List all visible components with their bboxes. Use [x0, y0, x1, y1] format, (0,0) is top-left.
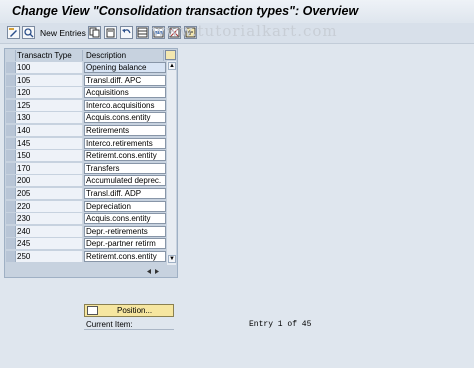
delete-icon[interactable] — [104, 26, 117, 39]
row-select-button[interactable] — [6, 251, 16, 262]
transaction-type-cell: 230 — [16, 213, 83, 225]
row-select-button[interactable] — [6, 225, 16, 237]
new-entries-button[interactable]: New Entries — [40, 28, 86, 38]
transaction-type-cell: 140 — [16, 125, 83, 136]
horizontal-scrollbar[interactable] — [85, 267, 165, 276]
transaction-type-cell: 130 — [16, 112, 83, 124]
description-input[interactable]: Transfers — [84, 162, 166, 174]
table-row[interactable]: 120 Acquisitions — [5, 87, 177, 99]
transaction-type-cell: 205 — [16, 188, 83, 199]
row-select-button[interactable] — [6, 87, 16, 99]
description-input[interactable]: Interco.acquisitions — [84, 99, 166, 111]
table-control: Transactn Type Description 100 Opening ba… — [4, 48, 178, 278]
transaction-type-cell: 170 — [16, 162, 83, 174]
table-row[interactable]: 240 Depr.-retirements — [5, 225, 177, 238]
select-column-header[interactable] — [6, 50, 16, 61]
row-select-button[interactable] — [6, 200, 16, 212]
table-row[interactable]: 170 Transfers — [5, 162, 177, 175]
description-input[interactable]: Interco.retirements — [84, 137, 166, 149]
transaction-type-cell: 145 — [16, 137, 83, 149]
table-row[interactable]: 150 Retiremt.cons.entity — [5, 150, 177, 162]
current-item-field — [84, 329, 174, 330]
row-select-button[interactable] — [6, 175, 16, 187]
undo-icon[interactable] — [120, 26, 133, 39]
other-view-icon[interactable] — [22, 26, 35, 39]
table-row[interactable]: 205 Transl.diff. ADP — [5, 188, 177, 200]
transaction-type-cell: 240 — [16, 225, 83, 237]
description-input[interactable]: Acquis.cons.entity — [84, 213, 166, 225]
transaction-type-cell: 220 — [16, 200, 83, 212]
position-button[interactable]: Position... — [84, 304, 174, 317]
row-select-button[interactable] — [6, 125, 16, 136]
description-input[interactable]: Retiremt.cons.entity — [84, 150, 166, 162]
watermark: www.tutorialkart.com — [152, 22, 338, 40]
row-select-button[interactable] — [6, 62, 16, 73]
scroll-up-icon[interactable]: ▲ — [168, 62, 176, 70]
copy-icon[interactable] — [88, 26, 101, 39]
description-input[interactable]: Acquis.cons.entity — [84, 112, 166, 124]
description-input[interactable]: Transl.diff. APC — [84, 74, 166, 86]
title-bar: Change View "Consolidation transaction t… — [0, 0, 474, 22]
transaction-type-cell: 105 — [16, 74, 83, 86]
row-select-button[interactable] — [6, 238, 16, 250]
table-row[interactable]: 140 Retirements — [5, 125, 177, 137]
position-icon — [87, 306, 98, 315]
description-input[interactable]: Retiremt.cons.entity — [84, 251, 166, 262]
table-row[interactable]: 100 Opening balance — [5, 62, 177, 74]
description-input[interactable]: Transl.diff. ADP — [84, 188, 166, 199]
description-input[interactable]: Retirements — [84, 125, 166, 136]
row-select-button[interactable] — [6, 188, 16, 199]
transaction-type-cell: 100 — [16, 62, 83, 73]
transaction-type-cell: 150 — [16, 150, 83, 162]
table-row[interactable]: 200 Accumulated deprec. — [5, 175, 177, 187]
table-row[interactable]: 130 Acquis.cons.entity — [5, 112, 177, 124]
table-row[interactable]: 250 Retiremt.cons.entity — [5, 251, 177, 263]
transaction-type-cell: 120 — [16, 87, 83, 99]
transaction-type-cell: 245 — [16, 238, 83, 250]
table-row[interactable]: 105 Transl.diff. APC — [5, 74, 177, 87]
row-select-button[interactable] — [6, 112, 16, 124]
transaction-type-cell: 250 — [16, 251, 83, 262]
description-input[interactable]: Acquisitions — [84, 87, 166, 99]
row-select-button[interactable] — [6, 213, 16, 225]
description-input[interactable]: Depr.-partner retirm — [84, 238, 166, 250]
table-row[interactable]: 245 Depr.-partner retirm — [5, 238, 177, 250]
page-title: Change View "Consolidation transaction t… — [12, 4, 359, 18]
row-select-button[interactable] — [6, 137, 16, 149]
transaction-type-cell: 125 — [16, 99, 83, 111]
table-row[interactable]: 230 Acquis.cons.entity — [5, 213, 177, 225]
row-select-button[interactable] — [6, 162, 16, 174]
description-input[interactable]: Depreciation — [84, 200, 166, 212]
scroll-down-icon[interactable]: ▼ — [168, 255, 176, 263]
description-input[interactable]: Opening balance — [84, 62, 166, 73]
select-all-icon[interactable] — [136, 26, 149, 39]
table-row[interactable]: 125 Interco.acquisitions — [5, 99, 177, 112]
transaction-type-cell: 200 — [16, 175, 83, 187]
column-header-description[interactable]: Description — [84, 50, 164, 61]
column-header-transaction-type[interactable]: Transactn Type — [16, 50, 83, 61]
row-select-button[interactable] — [6, 99, 16, 111]
table-row[interactable]: 220 Depreciation — [5, 200, 177, 213]
current-item-label: Current Item: — [86, 320, 133, 329]
display-change-icon[interactable] — [7, 26, 20, 39]
description-input[interactable]: Accumulated deprec. — [84, 175, 166, 187]
table-row[interactable]: 145 Interco.retirements — [5, 137, 177, 150]
column-settings-icon[interactable] — [165, 50, 176, 60]
position-label: Position... — [117, 306, 153, 315]
description-input[interactable]: Depr.-retirements — [84, 225, 166, 237]
row-select-button[interactable] — [6, 74, 16, 86]
row-select-button[interactable] — [6, 150, 16, 162]
entry-count: Entry 1 of 45 — [249, 320, 312, 329]
vertical-scrollbar[interactable] — [167, 61, 176, 265]
